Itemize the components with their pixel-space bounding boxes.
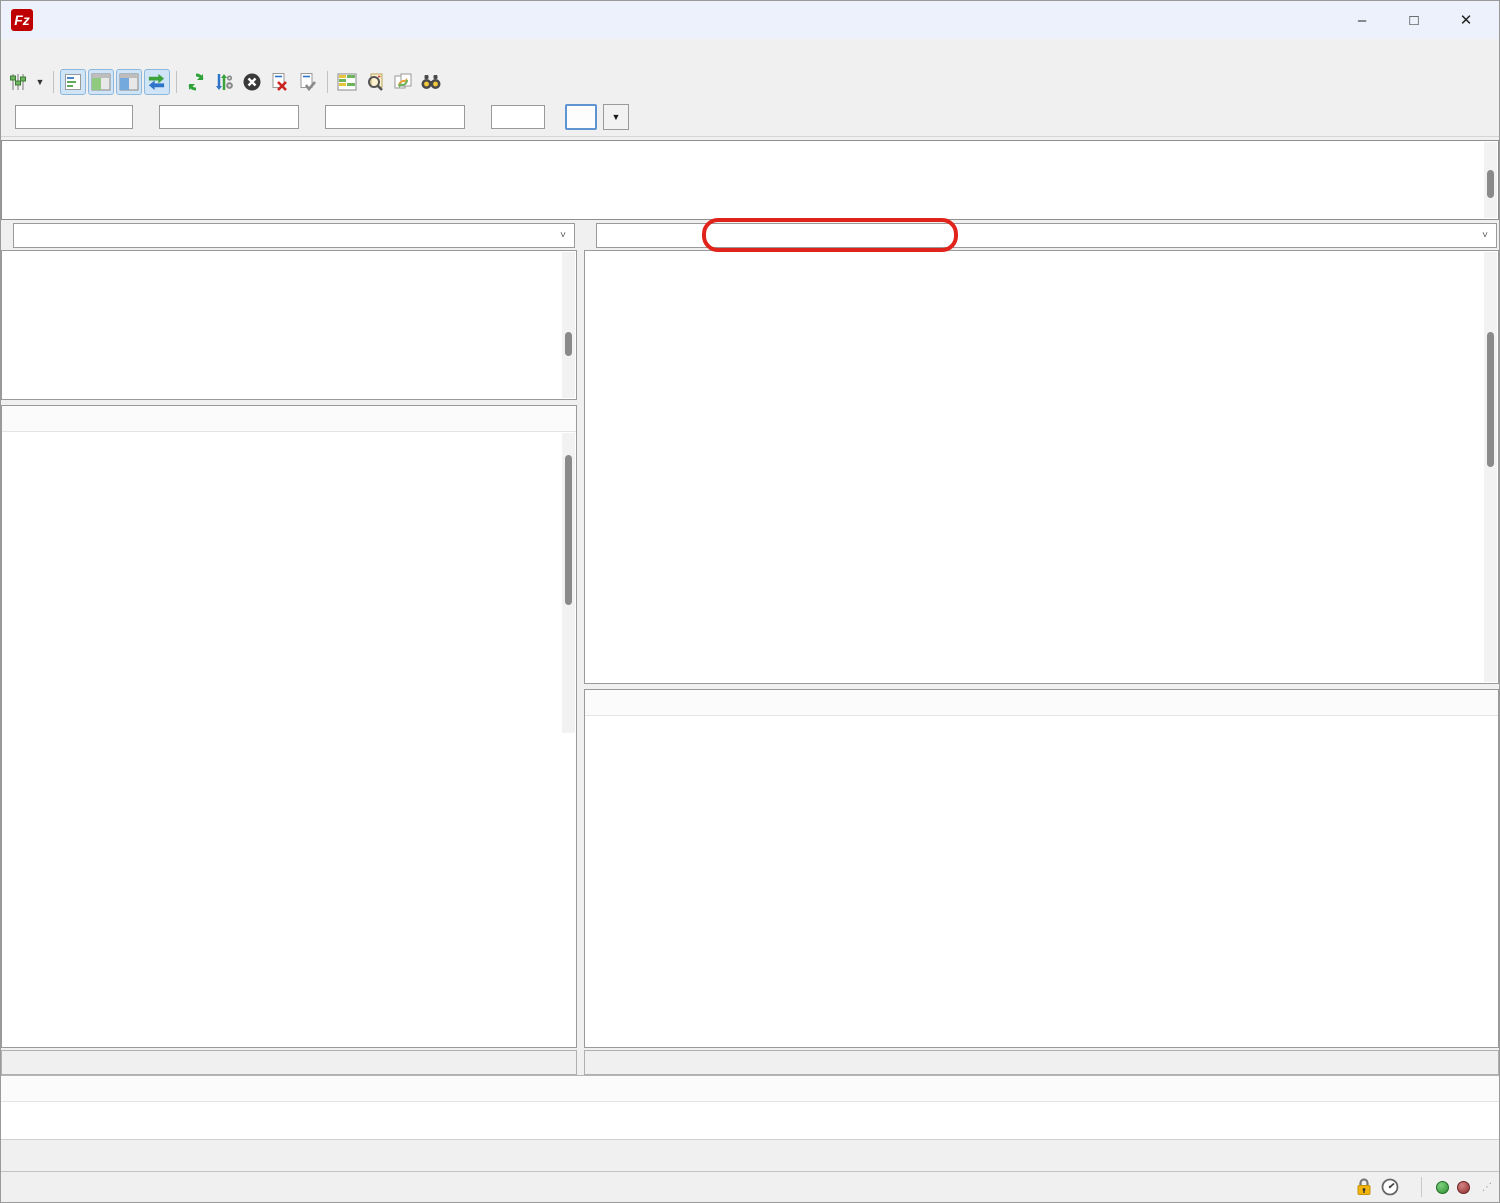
site-manager-icon[interactable] xyxy=(5,69,31,95)
filezilla-logo-icon: Fz xyxy=(11,9,33,31)
minimize-button[interactable]: – xyxy=(1353,12,1371,29)
local-directory-tree xyxy=(1,250,577,400)
remote-directory-tree xyxy=(584,250,1499,684)
queue-error-indicator-icon xyxy=(1457,1181,1470,1194)
log-scrollbar[interactable] xyxy=(1484,142,1497,218)
synchronized-browsing-icon[interactable] xyxy=(390,69,416,95)
chevron-down-icon[interactable]: ˅ xyxy=(560,230,566,241)
queue-body xyxy=(1,1102,1499,1139)
title-bar: Fz – □ ✕ xyxy=(1,1,1499,39)
close-button[interactable]: ✕ xyxy=(1457,11,1475,29)
remote-panel: ˅ xyxy=(584,220,1499,1075)
refresh-icon[interactable] xyxy=(183,69,209,95)
quickconnect-bar: ▼ xyxy=(1,97,1499,137)
remote-file-list xyxy=(584,689,1499,1048)
username-input[interactable] xyxy=(159,105,299,129)
password-input[interactable] xyxy=(325,105,465,129)
transfer-queue xyxy=(1,1075,1499,1139)
remote-path-combobox[interactable]: ˅ xyxy=(596,223,1497,248)
queue-tabs xyxy=(1,1139,1499,1171)
message-log xyxy=(1,140,1499,220)
port-input[interactable] xyxy=(491,105,545,129)
speed-limit-gauge-icon[interactable] xyxy=(1381,1178,1399,1196)
toggle-remote-tree-icon[interactable] xyxy=(116,69,142,95)
local-panel: ˅ xyxy=(1,220,577,1075)
resize-grip[interactable]: ⋰ xyxy=(1482,1182,1493,1193)
panel-splitter[interactable] xyxy=(577,220,584,1075)
queue-header xyxy=(1,1076,1499,1102)
toolbar-separator xyxy=(327,71,328,93)
lock-icon xyxy=(1355,1178,1373,1196)
toggle-local-tree-icon[interactable] xyxy=(88,69,114,95)
local-list-header xyxy=(2,406,576,432)
remote-list-header xyxy=(585,690,1498,716)
toggle-message-log-icon[interactable] xyxy=(60,69,86,95)
menu-bar xyxy=(1,39,1499,66)
toolbar-separator xyxy=(53,71,54,93)
disconnect-icon[interactable] xyxy=(267,69,293,95)
local-list-scrollbar[interactable] xyxy=(562,433,575,733)
chevron-down-icon[interactable]: ˅ xyxy=(1482,230,1488,241)
toggle-transfer-queue-icon[interactable] xyxy=(144,69,170,95)
queue-ok-indicator-icon xyxy=(1436,1181,1449,1194)
filezilla-window: Fz – □ ✕ ▼ xyxy=(0,0,1500,1203)
local-status-text xyxy=(1,1050,577,1075)
quickconnect-dropdown-icon[interactable]: ▼ xyxy=(603,104,629,130)
find-files-icon[interactable] xyxy=(418,69,444,95)
quickconnect-button[interactable] xyxy=(565,104,597,130)
local-path-combobox[interactable]: ˅ xyxy=(13,223,575,248)
status-bar: ⋰ xyxy=(1,1171,1499,1202)
statusbar-separator xyxy=(1421,1177,1422,1197)
local-tree-scrollbar[interactable] xyxy=(562,252,575,398)
toolbar: ▼ xyxy=(1,66,1499,97)
site-manager-dropdown-icon[interactable]: ▼ xyxy=(33,69,47,95)
host-input[interactable] xyxy=(15,105,133,129)
remote-tree-scrollbar[interactable] xyxy=(1484,252,1497,682)
maximize-button[interactable]: □ xyxy=(1405,12,1423,29)
local-file-list xyxy=(1,405,577,1048)
remote-status-text xyxy=(584,1050,1499,1075)
filename-search-icon[interactable] xyxy=(362,69,388,95)
cancel-operation-icon[interactable] xyxy=(239,69,265,95)
transfer-settings-icon[interactable] xyxy=(211,69,237,95)
toolbar-separator xyxy=(176,71,177,93)
directory-comparison-icon[interactable] xyxy=(334,69,360,95)
reconnect-icon[interactable] xyxy=(295,69,321,95)
